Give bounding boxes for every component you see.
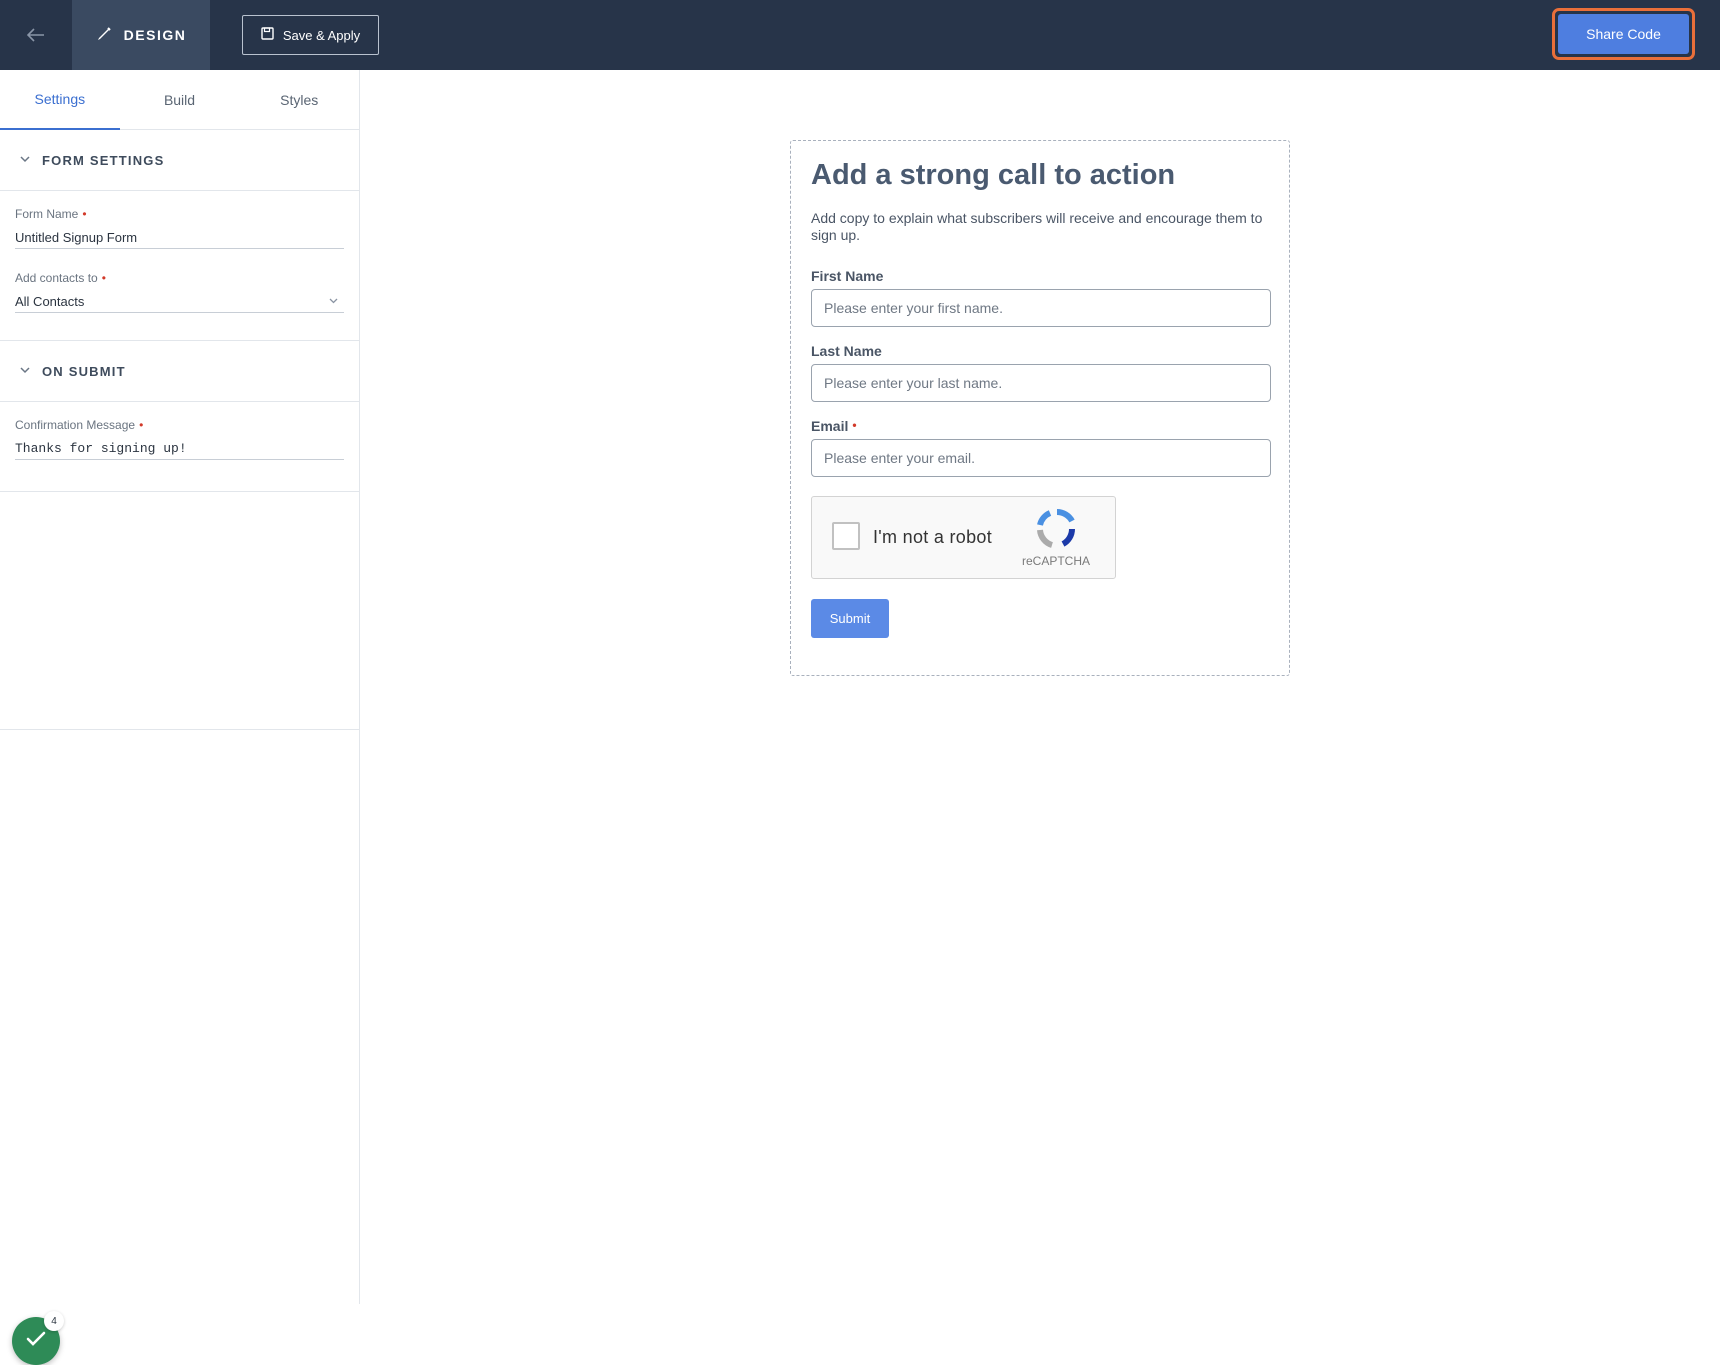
recaptcha-logo-icon: [1035, 507, 1079, 551]
last-name-placeholder: Please enter your last name.: [824, 375, 1003, 391]
last-name-label: Last Name: [811, 343, 882, 359]
tab-build[interactable]: Build: [120, 70, 240, 130]
form-name-label: Form Name: [15, 207, 79, 221]
confirmation-field: Confirmation Message • Thanks for signin…: [15, 418, 344, 460]
on-submit-header[interactable]: ON SUBMIT: [0, 341, 359, 402]
arrow-left-icon: [26, 22, 45, 48]
checklist-button[interactable]: 4: [12, 1311, 64, 1365]
email-input[interactable]: Please enter your email.: [811, 439, 1271, 477]
chevron-down-icon: [329, 296, 344, 307]
sidebar: Settings Build Styles FORM SETTINGS Form…: [0, 70, 360, 1365]
save-apply-button[interactable]: Save & Apply: [242, 15, 379, 55]
email-label: Email •: [811, 418, 857, 434]
on-submit-body: Confirmation Message • Thanks for signin…: [0, 402, 359, 492]
confirmation-label: Confirmation Message: [15, 418, 136, 432]
back-button[interactable]: [0, 0, 72, 70]
save-icon: [261, 27, 274, 43]
required-marker: •: [139, 418, 144, 432]
share-code-label: Share Code: [1558, 14, 1689, 54]
form-heading[interactable]: Add a strong call to action: [811, 159, 1269, 192]
submit-button[interactable]: Submit: [811, 599, 889, 638]
on-submit-title: ON SUBMIT: [42, 363, 126, 379]
form-preview[interactable]: Add a strong call to action Add copy to …: [790, 140, 1290, 676]
add-contacts-field: Add contacts to • All Contacts: [15, 271, 344, 313]
save-apply-label: Save & Apply: [282, 27, 361, 43]
form-settings-body: Form Name • Untitled Signup Form Add con…: [0, 191, 359, 341]
chevron-down-icon: [20, 154, 32, 166]
sidebar-tabs: Settings Build Styles: [0, 70, 359, 130]
confirmation-value: Thanks for signing up!: [15, 441, 187, 456]
form-name-input[interactable]: Untitled Signup Form: [15, 227, 344, 249]
recaptcha-checkbox[interactable]: [832, 522, 860, 550]
first-name-label: First Name: [811, 268, 884, 284]
notification-badge: 4: [44, 1311, 64, 1331]
required-marker: •: [852, 418, 857, 432]
top-bar: DESIGN Save & Apply Share Code: [0, 0, 1720, 70]
required-marker: •: [101, 271, 106, 285]
first-name-placeholder: Please enter your first name.: [824, 300, 1003, 316]
chevron-down-icon: [20, 365, 32, 377]
recaptcha-brand: reCAPTCHA: [1022, 554, 1091, 568]
first-name-input[interactable]: Please enter your first name.: [811, 289, 1271, 327]
form-copy[interactable]: Add copy to explain what subscribers wil…: [811, 210, 1269, 244]
divider: [0, 729, 359, 730]
check-icon: [26, 1331, 46, 1352]
required-marker: •: [82, 207, 87, 221]
share-code-button[interactable]: Share Code: [1552, 8, 1695, 60]
brush-icon: [96, 26, 112, 45]
add-contacts-value: All Contacts: [15, 294, 85, 309]
recaptcha-label: I'm not a robot: [873, 527, 992, 547]
last-name-input[interactable]: Please enter your last name.: [811, 364, 1271, 402]
add-contacts-label: Add contacts to: [15, 271, 98, 285]
email-placeholder: Please enter your email.: [824, 450, 975, 466]
form-settings-title: FORM SETTINGS: [42, 152, 165, 168]
design-tab-label: DESIGN: [123, 27, 187, 43]
tab-settings[interactable]: Settings: [0, 70, 120, 130]
form-name-field: Form Name • Untitled Signup Form: [15, 207, 344, 249]
form-name-value: Untitled Signup Form: [15, 230, 138, 245]
add-contacts-select[interactable]: All Contacts: [15, 291, 344, 313]
design-tab[interactable]: DESIGN: [72, 0, 210, 70]
recaptcha-widget: I'm not a robot reCAPTCHA: [811, 496, 1116, 579]
tab-styles[interactable]: Styles: [239, 70, 359, 130]
confirmation-input[interactable]: Thanks for signing up!: [15, 438, 344, 460]
form-settings-header[interactable]: FORM SETTINGS: [0, 130, 359, 191]
